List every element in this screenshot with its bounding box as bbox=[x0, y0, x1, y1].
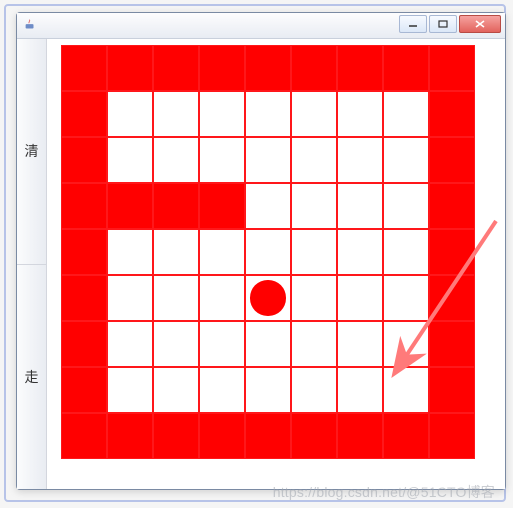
wall-cell[interactable] bbox=[153, 413, 199, 459]
wall-cell[interactable] bbox=[429, 91, 475, 137]
wall-cell[interactable] bbox=[107, 183, 153, 229]
wall-cell[interactable] bbox=[245, 413, 291, 459]
empty-cell[interactable] bbox=[199, 367, 245, 413]
empty-cell[interactable] bbox=[199, 275, 245, 321]
empty-cell[interactable] bbox=[383, 91, 429, 137]
empty-cell[interactable] bbox=[199, 229, 245, 275]
maze-board[interactable] bbox=[61, 45, 475, 459]
empty-cell[interactable] bbox=[291, 367, 337, 413]
empty-cell[interactable] bbox=[199, 91, 245, 137]
watermark: https://blog.csdn.net/@51CTO博客 bbox=[273, 482, 495, 502]
wall-cell[interactable] bbox=[61, 45, 107, 91]
empty-cell[interactable] bbox=[383, 367, 429, 413]
empty-cell[interactable] bbox=[337, 137, 383, 183]
wall-cell[interactable] bbox=[429, 367, 475, 413]
wall-cell[interactable] bbox=[61, 413, 107, 459]
wall-cell[interactable] bbox=[153, 183, 199, 229]
wall-cell[interactable] bbox=[199, 45, 245, 91]
empty-cell[interactable] bbox=[107, 91, 153, 137]
empty-cell[interactable] bbox=[245, 367, 291, 413]
empty-cell[interactable] bbox=[291, 321, 337, 367]
empty-cell[interactable] bbox=[337, 91, 383, 137]
wall-cell[interactable] bbox=[429, 137, 475, 183]
go-button[interactable]: 走 bbox=[17, 265, 46, 490]
wall-cell[interactable] bbox=[61, 137, 107, 183]
wall-cell[interactable] bbox=[61, 275, 107, 321]
wall-cell[interactable] bbox=[61, 183, 107, 229]
wall-cell[interactable] bbox=[429, 45, 475, 91]
wall-cell[interactable] bbox=[199, 413, 245, 459]
empty-cell[interactable] bbox=[383, 275, 429, 321]
wall-cell[interactable] bbox=[429, 413, 475, 459]
wall-cell[interactable] bbox=[107, 45, 153, 91]
wall-cell[interactable] bbox=[153, 45, 199, 91]
empty-cell[interactable] bbox=[383, 137, 429, 183]
app-window: 清 走 bbox=[16, 12, 506, 490]
wall-cell[interactable] bbox=[107, 413, 153, 459]
empty-cell[interactable] bbox=[291, 137, 337, 183]
maximize-button[interactable] bbox=[429, 15, 457, 33]
empty-cell[interactable] bbox=[199, 321, 245, 367]
empty-cell[interactable] bbox=[245, 183, 291, 229]
empty-cell[interactable] bbox=[245, 91, 291, 137]
wall-cell[interactable] bbox=[337, 413, 383, 459]
wall-cell[interactable] bbox=[291, 413, 337, 459]
empty-cell[interactable] bbox=[291, 229, 337, 275]
wall-cell[interactable] bbox=[61, 91, 107, 137]
empty-cell[interactable] bbox=[153, 275, 199, 321]
player-ball bbox=[250, 280, 285, 315]
wall-cell[interactable] bbox=[199, 183, 245, 229]
minimize-button[interactable] bbox=[399, 15, 427, 33]
empty-cell[interactable] bbox=[383, 321, 429, 367]
wall-cell[interactable] bbox=[61, 321, 107, 367]
empty-cell[interactable] bbox=[337, 229, 383, 275]
wall-cell[interactable] bbox=[61, 367, 107, 413]
empty-cell[interactable] bbox=[107, 321, 153, 367]
empty-cell[interactable] bbox=[153, 91, 199, 137]
empty-cell[interactable] bbox=[245, 229, 291, 275]
empty-cell[interactable] bbox=[153, 321, 199, 367]
empty-cell[interactable] bbox=[291, 91, 337, 137]
empty-cell[interactable] bbox=[245, 321, 291, 367]
wall-cell[interactable] bbox=[383, 413, 429, 459]
empty-cell[interactable] bbox=[383, 183, 429, 229]
java-icon bbox=[23, 18, 37, 32]
empty-cell[interactable] bbox=[107, 275, 153, 321]
main-panel bbox=[47, 39, 505, 489]
wall-cell[interactable] bbox=[429, 229, 475, 275]
wall-cell[interactable] bbox=[383, 45, 429, 91]
sidebar: 清 走 bbox=[17, 39, 47, 489]
empty-cell[interactable] bbox=[337, 367, 383, 413]
empty-cell[interactable] bbox=[383, 229, 429, 275]
empty-cell[interactable] bbox=[291, 183, 337, 229]
empty-cell[interactable] bbox=[153, 229, 199, 275]
wall-cell[interactable] bbox=[429, 183, 475, 229]
empty-cell[interactable] bbox=[337, 183, 383, 229]
empty-cell[interactable] bbox=[337, 321, 383, 367]
wall-cell[interactable] bbox=[61, 229, 107, 275]
window-controls bbox=[399, 15, 501, 33]
ball-cell[interactable] bbox=[245, 275, 291, 321]
wall-cell[interactable] bbox=[429, 321, 475, 367]
empty-cell[interactable] bbox=[291, 275, 337, 321]
empty-cell[interactable] bbox=[107, 137, 153, 183]
empty-cell[interactable] bbox=[107, 229, 153, 275]
close-button[interactable] bbox=[459, 15, 501, 33]
empty-cell[interactable] bbox=[245, 137, 291, 183]
empty-cell[interactable] bbox=[337, 275, 383, 321]
empty-cell[interactable] bbox=[153, 137, 199, 183]
wall-cell[interactable] bbox=[245, 45, 291, 91]
titlebar bbox=[17, 13, 505, 39]
empty-cell[interactable] bbox=[199, 137, 245, 183]
empty-cell[interactable] bbox=[107, 367, 153, 413]
content-area: 清 走 bbox=[17, 39, 505, 489]
clear-button[interactable]: 清 bbox=[17, 39, 46, 265]
wall-cell[interactable] bbox=[291, 45, 337, 91]
screenshot-frame: 清 走 bbox=[4, 4, 506, 502]
wall-cell[interactable] bbox=[429, 275, 475, 321]
empty-cell[interactable] bbox=[153, 367, 199, 413]
wall-cell[interactable] bbox=[337, 45, 383, 91]
